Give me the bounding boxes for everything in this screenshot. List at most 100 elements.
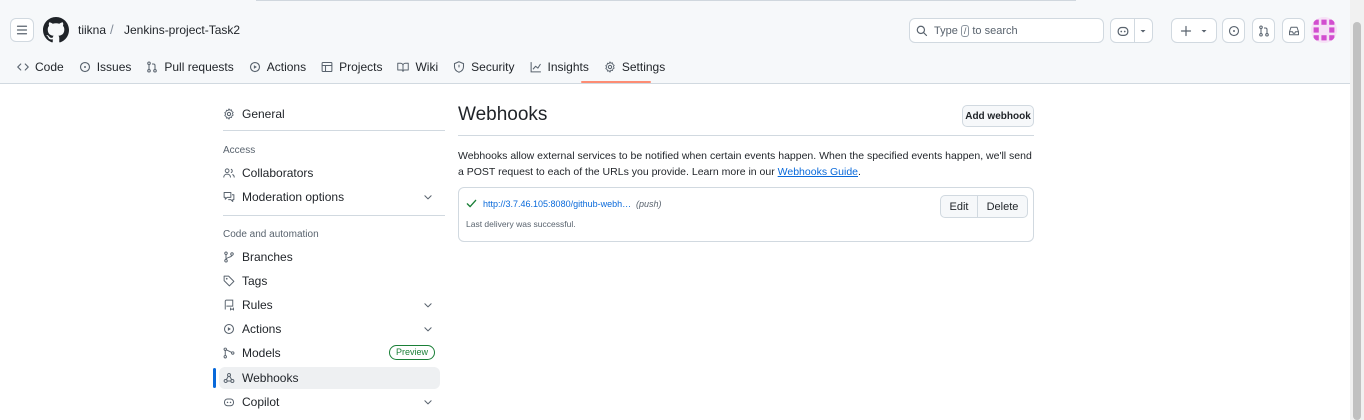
model-icon bbox=[223, 347, 235, 359]
create-new-button[interactable] bbox=[1171, 18, 1217, 43]
sidebar-item-copilot[interactable]: Copilot bbox=[219, 391, 440, 413]
search-icon bbox=[916, 25, 928, 36]
tab-code[interactable]: Code bbox=[10, 56, 71, 78]
sidebar-item-label: Copilot bbox=[242, 395, 280, 409]
sidebar-item-branches[interactable]: Branches bbox=[219, 246, 440, 268]
add-webhook-button[interactable]: Add webhook bbox=[962, 105, 1034, 127]
chevron-down-icon bbox=[1140, 29, 1146, 32]
page-title: Webhooks bbox=[458, 104, 548, 125]
tab-label: Wiki bbox=[415, 60, 439, 74]
webhooks-guide-link[interactable]: Webhooks Guide bbox=[778, 166, 858, 178]
webhook-list-item: http://3.7.46.105:8080/github-webh… (pus… bbox=[458, 187, 1034, 242]
path-separator: / bbox=[110, 22, 114, 37]
sidebar-item-rules[interactable]: Rules bbox=[219, 294, 440, 316]
tab-settings[interactable]: Settings bbox=[597, 56, 672, 78]
table-icon bbox=[321, 61, 333, 73]
webhook-event: (push) bbox=[636, 199, 662, 209]
shield-icon bbox=[454, 61, 465, 73]
sidebar-item-label: Rules bbox=[242, 298, 273, 312]
sidebar-divider bbox=[223, 130, 445, 131]
inbox-icon bbox=[1288, 26, 1299, 35]
tab-label: Projects bbox=[339, 60, 383, 74]
repo-nav-tabs: Code Issues Pull requests Actions Projec… bbox=[10, 56, 673, 84]
scrollbar-thumb[interactable] bbox=[1353, 22, 1361, 420]
tab-wiki[interactable]: Wiki bbox=[390, 56, 445, 78]
sidebar-item-label: Moderation options bbox=[242, 190, 345, 204]
gear-icon bbox=[605, 61, 615, 73]
play-icon bbox=[223, 323, 235, 335]
webhook-url-link[interactable]: http://3.7.46.105:8080/github-webh… bbox=[483, 199, 631, 209]
book-icon bbox=[397, 62, 410, 72]
pull-requests-button[interactable] bbox=[1252, 18, 1275, 43]
tab-label: Actions bbox=[266, 60, 307, 74]
sidebar-item-label: Tags bbox=[242, 274, 268, 288]
branch-icon bbox=[224, 251, 234, 263]
tab-actions[interactable]: Actions bbox=[242, 56, 313, 78]
chevron-down-icon bbox=[1201, 29, 1207, 32]
repo-push-icon bbox=[224, 299, 234, 311]
webhook-actions: Edit Delete bbox=[940, 195, 1028, 218]
delete-webhook-button[interactable]: Delete bbox=[978, 195, 1028, 218]
search-prefix: Type bbox=[934, 24, 958, 37]
issues-button[interactable] bbox=[1222, 18, 1245, 43]
graph-icon bbox=[530, 62, 541, 73]
tab-label: Settings bbox=[621, 60, 666, 74]
search-input[interactable]: Type / to search bbox=[909, 18, 1104, 43]
user-avatar[interactable] bbox=[1311, 17, 1337, 43]
description-text: Webhooks allow external services to be n… bbox=[458, 150, 1032, 178]
tab-label: Pull requests bbox=[164, 60, 234, 74]
play-icon bbox=[249, 61, 260, 73]
check-icon bbox=[466, 199, 477, 208]
sidebar-item-label: Collaborators bbox=[242, 166, 314, 180]
sidebar-item-label: Actions bbox=[242, 322, 282, 336]
repo-owner-link[interactable]: tiikna bbox=[78, 23, 106, 37]
comment-discussion-icon bbox=[223, 192, 235, 202]
tab-issues[interactable]: Issues bbox=[72, 56, 139, 78]
tab-projects[interactable]: Projects bbox=[314, 56, 389, 78]
tab-pull-requests[interactable]: Pull requests bbox=[139, 56, 240, 78]
tag-icon bbox=[223, 275, 235, 287]
sidebar-item-label: General bbox=[242, 107, 285, 121]
sidebar-heading-code: Code and automation bbox=[223, 229, 319, 240]
tab-label: Issues bbox=[96, 60, 132, 74]
github-logo-icon[interactable] bbox=[43, 17, 69, 43]
tab-label: Code bbox=[35, 60, 64, 74]
webhooks-description: Webhooks allow external services to be n… bbox=[458, 148, 1038, 180]
people-icon bbox=[223, 168, 235, 178]
sidebar-item-models[interactable]: Models Preview bbox=[219, 342, 440, 364]
description-end: . bbox=[858, 166, 861, 178]
tab-label: Insights bbox=[547, 60, 589, 74]
preview-badge: Preview bbox=[388, 345, 435, 360]
pull-request-icon bbox=[147, 61, 158, 73]
sidebar-item-actions[interactable]: Actions bbox=[219, 318, 440, 340]
repo-name-link[interactable]: Jenkins-project-Task2 bbox=[124, 23, 240, 37]
selected-tab-indicator bbox=[581, 81, 651, 83]
edit-webhook-button[interactable]: Edit bbox=[940, 195, 978, 218]
sidebar-item-webhooks[interactable]: Webhooks bbox=[219, 367, 440, 389]
copilot-icon bbox=[224, 398, 234, 407]
identicon-icon bbox=[1311, 17, 1337, 43]
repo-header: tiikna / Jenkins-project-Task2 Type / to… bbox=[0, 0, 1350, 84]
sidebar-item-label: Webhooks bbox=[242, 371, 299, 385]
hamburger-icon bbox=[16, 25, 28, 35]
copilot-button[interactable] bbox=[1110, 18, 1153, 43]
sidebar-item-collaborators[interactable]: Collaborators bbox=[219, 162, 440, 184]
webhook-icon bbox=[223, 373, 235, 383]
sidebar-item-tags[interactable]: Tags bbox=[219, 270, 440, 292]
sidebar-divider bbox=[223, 215, 445, 216]
gear-icon bbox=[224, 108, 234, 120]
plus-icon bbox=[1180, 25, 1192, 36]
global-menu-button[interactable] bbox=[10, 18, 34, 42]
tab-security[interactable]: Security bbox=[446, 56, 521, 78]
issue-icon bbox=[1228, 25, 1239, 36]
button-divider bbox=[1134, 18, 1135, 43]
sidebar-heading-access: Access bbox=[223, 145, 256, 156]
tab-insights[interactable]: Insights bbox=[523, 56, 596, 78]
sidebar-item-moderation[interactable]: Moderation options bbox=[219, 186, 440, 208]
inbox-button[interactable] bbox=[1282, 18, 1305, 43]
sidebar-item-general[interactable]: General bbox=[219, 103, 440, 125]
active-item-indicator bbox=[213, 368, 216, 388]
chevron-down-icon bbox=[424, 400, 432, 405]
chevron-down-icon bbox=[424, 303, 432, 308]
pull-request-icon bbox=[1258, 24, 1269, 37]
